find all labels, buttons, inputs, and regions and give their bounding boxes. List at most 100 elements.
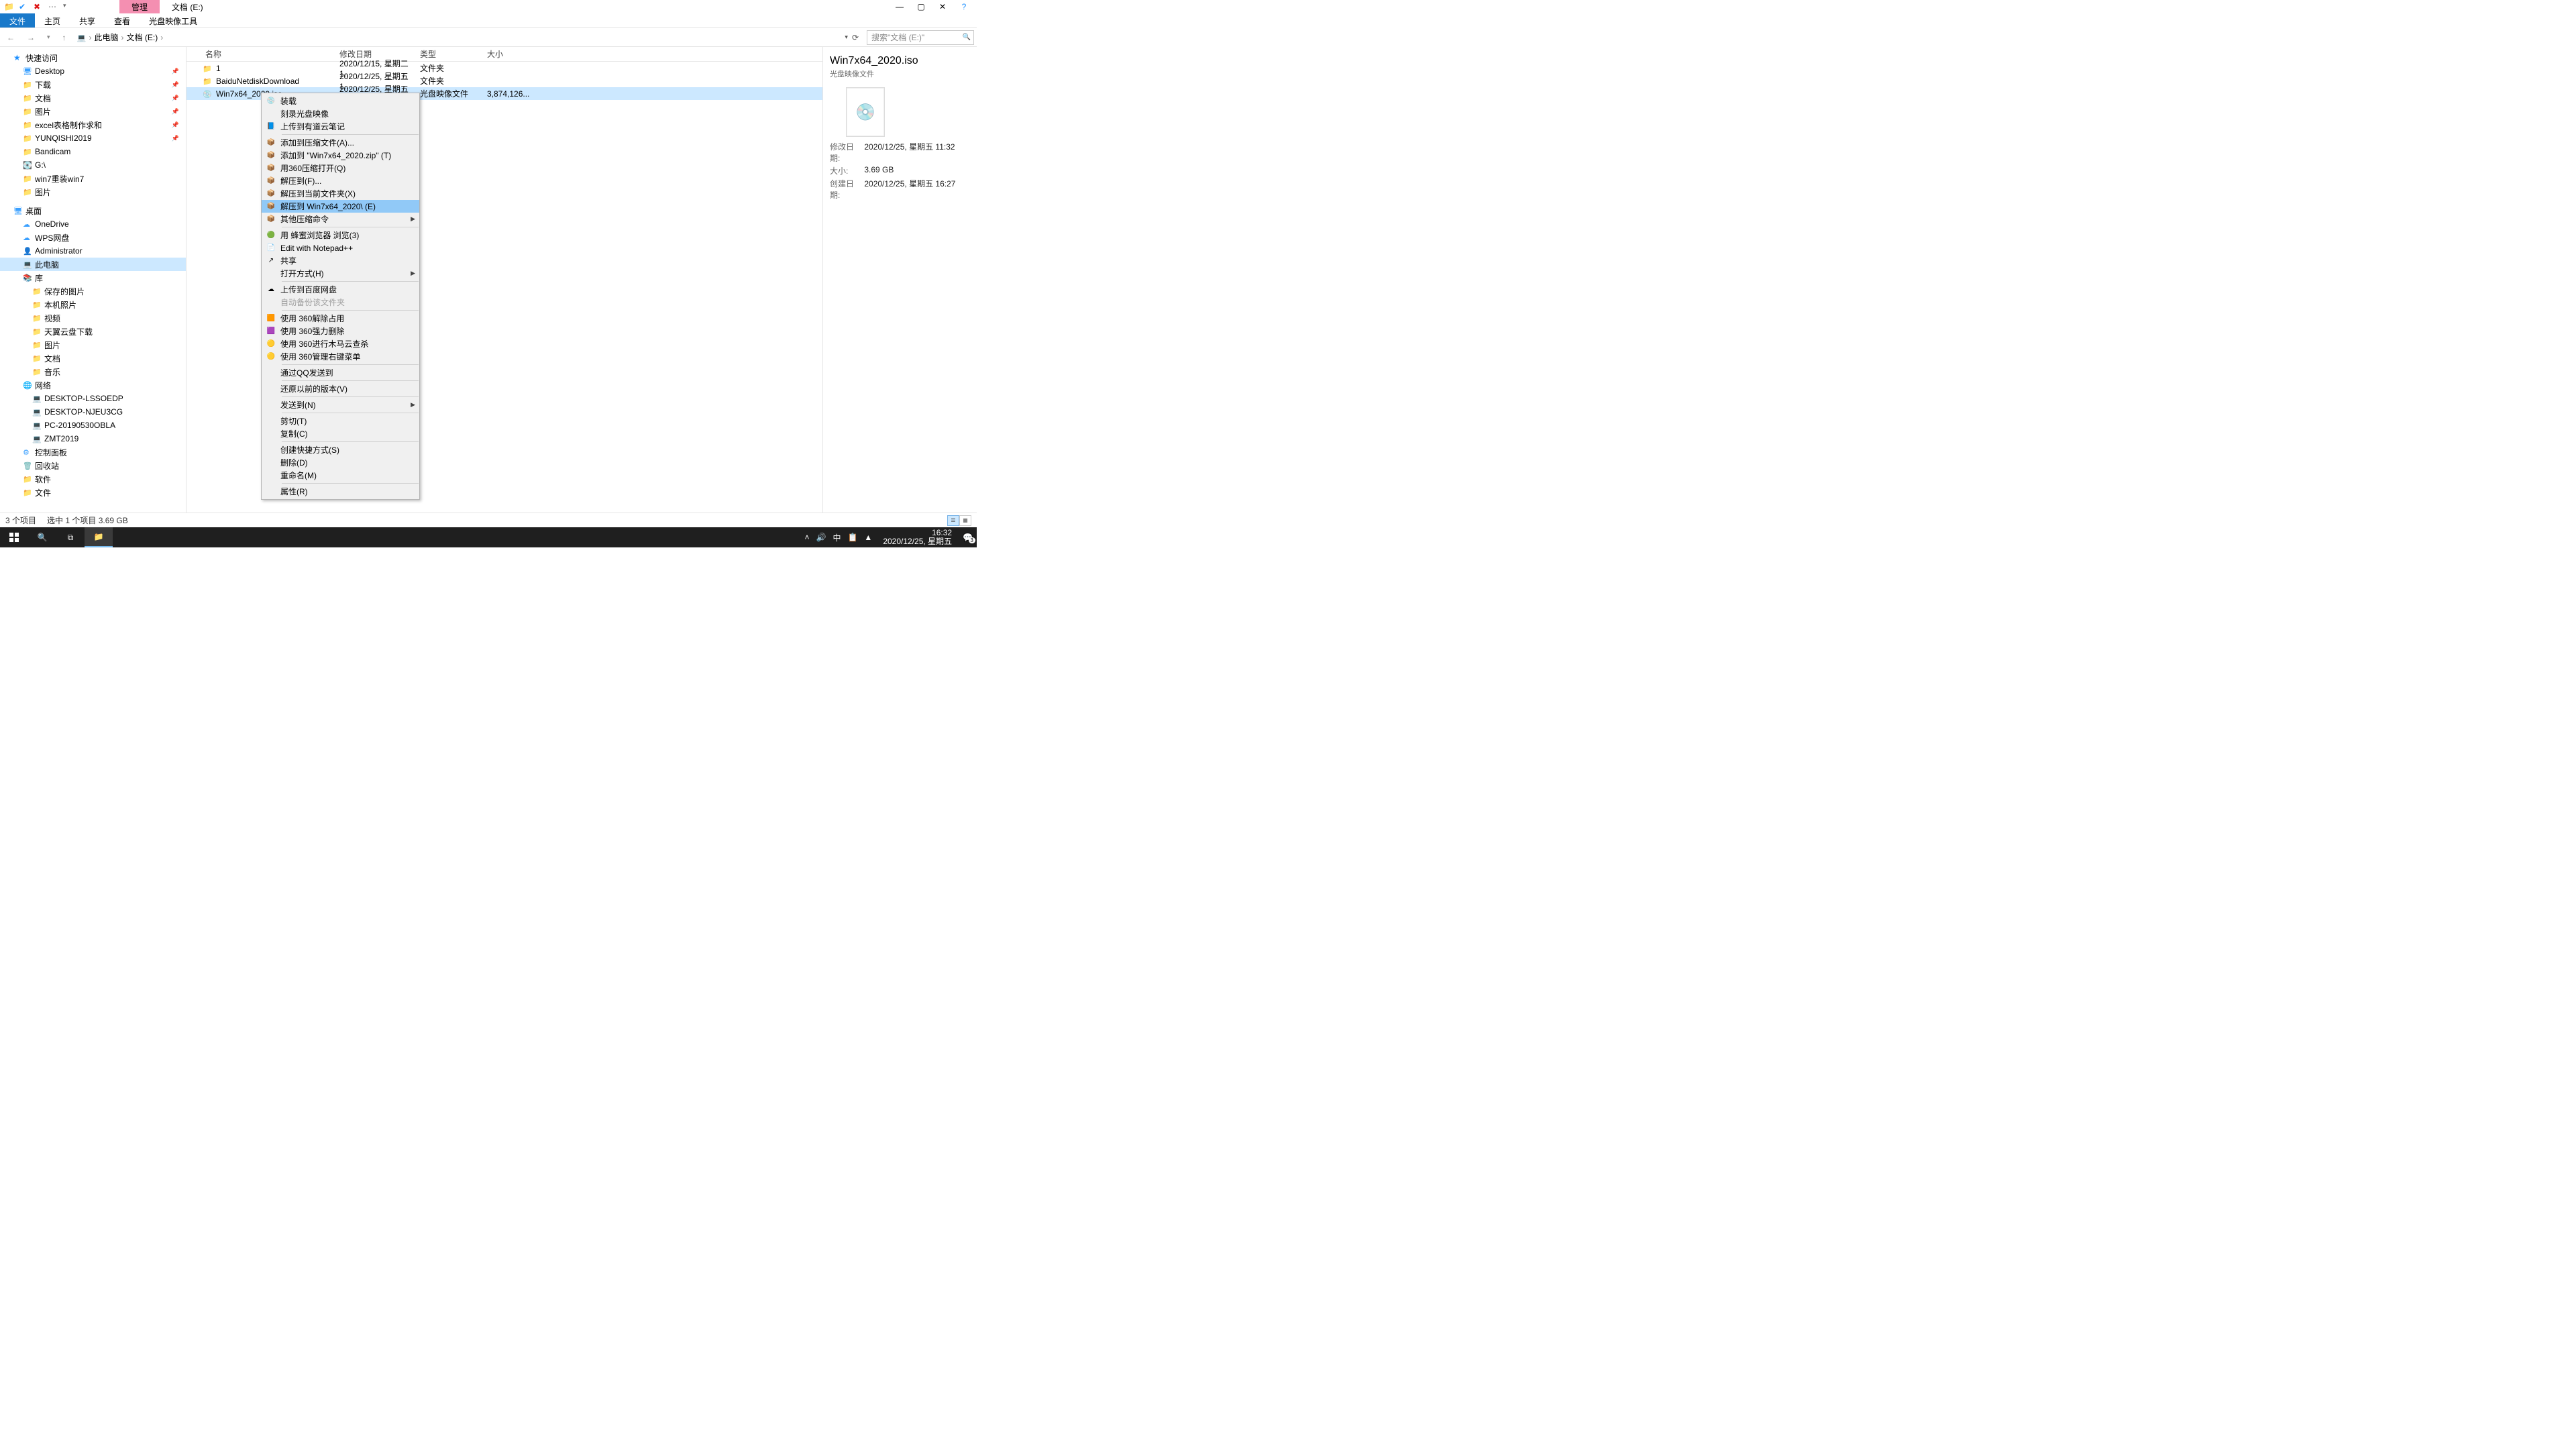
file-row[interactable]: 12020/12/15, 星期二 1...文件夹	[186, 62, 822, 74]
nav-item[interactable]: 图片📌	[0, 105, 186, 118]
context-menu-item[interactable]: 📦添加到 "Win7x64_2020.zip" (T)	[262, 149, 419, 162]
context-menu-item[interactable]: 💿装载	[262, 95, 419, 107]
nav-item[interactable]: DESKTOP-LSSOEDP	[0, 392, 186, 405]
column-headers[interactable]: 名称 修改日期 类型 大小	[186, 47, 822, 62]
breadcrumb-segment[interactable]: 文档 (E:)	[127, 32, 158, 43]
nav-control-panel[interactable]: 控制面板	[0, 445, 186, 459]
context-menu-item[interactable]: 📄Edit with Notepad++	[262, 241, 419, 254]
action-center-icon[interactable]: 💬3	[963, 533, 973, 542]
ribbon-tab-view[interactable]: 查看	[105, 13, 140, 28]
ribbon-tab-home[interactable]: 主页	[35, 13, 70, 28]
nav-item[interactable]: 文件	[0, 486, 186, 499]
nav-up[interactable]: ↑	[58, 33, 70, 42]
context-menu-item[interactable]: 打开方式(H)▶	[262, 267, 419, 280]
context-menu-item[interactable]: 复制(C)	[262, 427, 419, 440]
nav-item[interactable]: 天翼云盘下载	[0, 325, 186, 338]
overflow-icon[interactable]: ⋯	[48, 2, 58, 11]
context-menu-item[interactable]: 发送到(N)▶	[262, 398, 419, 411]
help-icon[interactable]: ?	[959, 2, 969, 11]
context-menu-item[interactable]: 重命名(M)	[262, 469, 419, 482]
system-clock[interactable]: 16:32 2020/12/25, 星期五	[879, 527, 956, 547]
nav-item[interactable]: Bandicam	[0, 145, 186, 158]
context-menu-item[interactable]: 通过QQ发送到	[262, 366, 419, 379]
nav-item[interactable]: 图片	[0, 185, 186, 199]
nav-item[interactable]: OneDrive	[0, 217, 186, 231]
column-type[interactable]: 类型	[417, 48, 484, 60]
context-menu-item[interactable]: 📦解压到 Win7x64_2020\ (E)	[262, 200, 419, 213]
input-method-icon[interactable]: 📋	[847, 533, 857, 542]
nav-forward[interactable]: →	[23, 33, 39, 42]
nav-item[interactable]: win7重装win7	[0, 172, 186, 185]
start-button[interactable]	[0, 527, 28, 547]
nav-item[interactable]: 保存的图片	[0, 284, 186, 298]
nav-item[interactable]: 文档📌	[0, 91, 186, 105]
search-input[interactable]: 搜索"文档 (E:)"	[867, 30, 974, 45]
nav-recycle-bin[interactable]: 回收站	[0, 459, 186, 472]
refresh-icon[interactable]: ⟳	[852, 33, 859, 42]
nav-network[interactable]: 网络	[0, 378, 186, 392]
volume-icon[interactable]: 🔊	[816, 533, 826, 542]
context-menu-item[interactable]: 📦解压到当前文件夹(X)	[262, 187, 419, 200]
nav-item[interactable]: Administrator	[0, 244, 186, 258]
task-view-button[interactable]: ⧉	[56, 527, 85, 547]
context-menu-item[interactable]: 还原以前的版本(V)	[262, 382, 419, 395]
nav-item[interactable]: 音乐	[0, 365, 186, 378]
nav-item[interactable]: G:\	[0, 158, 186, 172]
context-menu-item[interactable]: 剪切(T)	[262, 415, 419, 427]
context-menu-item[interactable]: 📦解压到(F)...	[262, 174, 419, 187]
address-dropdown-icon[interactable]: ▾	[845, 34, 848, 41]
view-details-button[interactable]: ☰	[947, 515, 959, 526]
close-button[interactable]: ✕	[938, 2, 947, 11]
nav-item[interactable]: 图片	[0, 338, 186, 352]
ribbon-tab-iso-tools[interactable]: 光盘映像工具	[140, 13, 207, 28]
tray-overflow-icon[interactable]: ˄	[804, 533, 809, 542]
nav-item[interactable]: 文档	[0, 352, 186, 365]
nav-this-pc[interactable]: 此电脑	[0, 258, 186, 271]
context-menu-item[interactable]: ☁上传到百度网盘	[262, 283, 419, 296]
nav-item[interactable]: Desktop📌	[0, 64, 186, 78]
nav-item[interactable]: YUNQISHI2019📌	[0, 131, 186, 145]
minimize-button[interactable]: —	[895, 2, 904, 11]
context-menu-item[interactable]: 🟡使用 360管理右键菜单	[262, 350, 419, 363]
nav-item[interactable]: WPS网盘	[0, 231, 186, 244]
ime-indicator[interactable]: 中	[833, 532, 841, 543]
context-menu-item[interactable]: 📦其他压缩命令▶	[262, 213, 419, 225]
context-menu-item[interactable]: ↗共享	[262, 254, 419, 267]
ribbon-tab-file[interactable]: 文件	[0, 13, 35, 28]
nav-libraries[interactable]: 库	[0, 271, 186, 284]
context-menu-item[interactable]: 📦用360压缩打开(Q)	[262, 162, 419, 174]
context-menu-item[interactable]: 📦添加到压缩文件(A)...	[262, 136, 419, 149]
nav-back[interactable]: ←	[3, 33, 19, 42]
nav-desktop[interactable]: 桌面	[0, 204, 186, 217]
context-menu-item[interactable]: 🟡使用 360进行木马云查杀	[262, 337, 419, 350]
nav-item[interactable]: DESKTOP-NJEU3CG	[0, 405, 186, 419]
contextual-tab-manage[interactable]: 管理	[119, 0, 160, 13]
breadcrumb-segment[interactable]: 此电脑	[95, 32, 119, 43]
security-icon[interactable]: ▲	[864, 533, 872, 542]
context-menu-item[interactable]: 🟧使用 360解除占用	[262, 312, 419, 325]
nav-item[interactable]: 视频	[0, 311, 186, 325]
view-thumbnails-button[interactable]: ▦	[959, 515, 971, 526]
nav-quick-access[interactable]: 快速访问	[0, 51, 186, 64]
context-menu-item[interactable]: 刻录光盘映像	[262, 107, 419, 120]
file-row[interactable]: BaiduNetdiskDownload2020/12/25, 星期五 1...…	[186, 74, 822, 87]
search-button[interactable]: 🔍	[28, 527, 56, 547]
nav-item[interactable]: 下载📌	[0, 78, 186, 91]
nav-recent-dropdown[interactable]: ▾	[43, 34, 54, 41]
dropdown-icon[interactable]: ▾	[63, 2, 72, 11]
context-menu-item[interactable]: 创建快捷方式(S)	[262, 443, 419, 456]
context-menu-item[interactable]: 删除(D)	[262, 456, 419, 469]
context-menu-item[interactable]: 🟪使用 360强力删除	[262, 325, 419, 337]
nav-item[interactable]: 软件	[0, 472, 186, 486]
nav-item[interactable]: 本机照片	[0, 298, 186, 311]
delete-x-icon[interactable]: ✖	[34, 2, 43, 11]
context-menu-item[interactable]: 🟢用 蜂蜜浏览器 浏览(3)	[262, 229, 419, 241]
maximize-button[interactable]: ▢	[916, 2, 926, 11]
column-size[interactable]: 大小	[484, 48, 538, 60]
nav-item[interactable]: ZMT2019	[0, 432, 186, 445]
taskbar-explorer[interactable]: 📁	[85, 527, 113, 547]
context-menu-item[interactable]: 📘上传到有道云笔记	[262, 120, 419, 133]
context-menu-item[interactable]: 属性(R)	[262, 485, 419, 498]
ribbon-tab-share[interactable]: 共享	[70, 13, 105, 28]
column-name[interactable]: 名称	[203, 48, 337, 60]
